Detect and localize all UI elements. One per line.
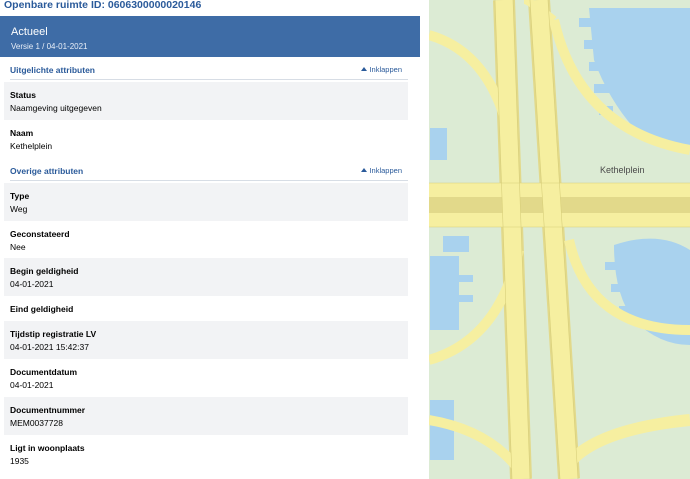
attribute-row-documentnummer: Documentnummer MEM0037728 [4, 397, 408, 435]
attribute-row-geconstateerd: Geconstateerd Nee [4, 221, 408, 259]
version-meta: Versie 1 / 04-01-2021 [11, 42, 88, 51]
attribute-value: Kethelplein [10, 141, 53, 151]
attribute-row-woonplaats: Ligt in woonplaats 1935 [4, 435, 408, 473]
version-header[interactable]: Actueel Versie 1 / 04-01-2021 [0, 16, 420, 57]
attribute-label: Status [10, 90, 36, 100]
attribute-label: Geconstateerd [10, 229, 70, 239]
attribute-label: Documentdatum [10, 367, 78, 377]
attribute-value: 04-01-2021 [10, 380, 54, 390]
attribute-label: Documentnummer [10, 405, 86, 415]
attribute-row-status: Status Naamgeving uitgegeven [4, 82, 408, 120]
section-featured-attributes: Uitgelichte attributen Inklappen [10, 60, 408, 80]
detail-panel: Openbare ruimte ID: 0606300000020146 Act… [0, 0, 420, 479]
attribute-row-type: Type Weg [4, 183, 408, 221]
chevron-up-icon [361, 168, 368, 172]
attribute-value: 04-01-2021 15:42:37 [10, 342, 89, 352]
attribute-label: Begin geldigheid [10, 266, 79, 276]
map-place-label: Kethelplein [600, 165, 645, 175]
attribute-row-documentdatum: Documentdatum 04-01-2021 [4, 359, 408, 397]
attribute-value: 04-01-2021 [10, 279, 54, 289]
attribute-row-tijdstip-registratie: Tijdstip registratie LV 04-01-2021 15:42… [4, 321, 408, 359]
attribute-row-naam: Naam Kethelplein [4, 120, 408, 158]
attribute-label: Naam [10, 128, 34, 138]
attribute-value: Nee [10, 242, 26, 252]
collapse-featured-button[interactable]: Inklappen [361, 65, 402, 74]
version-status: Actueel [11, 26, 48, 38]
section-other-label: Overige attributen [10, 166, 84, 176]
attribute-row-begin-geldigheid: Begin geldigheid 04-01-2021 [4, 258, 408, 296]
map-canvas [429, 0, 690, 479]
collapse-featured-label: Inklappen [369, 65, 402, 74]
chevron-up-icon [361, 67, 368, 71]
attribute-label: Tijdstip registratie LV [10, 329, 97, 339]
attribute-label: Type [10, 191, 30, 201]
section-other-attributes: Overige attributen Inklappen [10, 161, 408, 181]
page-title: Openbare ruimte ID: 0606300000020146 [4, 0, 202, 11]
section-featured-label: Uitgelichte attributen [10, 65, 96, 75]
attribute-value: 1935 [10, 456, 29, 466]
attribute-value: Naamgeving uitgegeven [10, 103, 102, 113]
map-view[interactable]: Kethelplein [429, 0, 690, 479]
collapse-other-label: Inklappen [369, 166, 402, 175]
attribute-label: Ligt in woonplaats [10, 443, 85, 453]
collapse-other-button[interactable]: Inklappen [361, 166, 402, 175]
attribute-value: MEM0037728 [10, 418, 63, 428]
attribute-label: Eind geldigheid [10, 304, 74, 314]
attribute-value: Weg [10, 204, 28, 214]
